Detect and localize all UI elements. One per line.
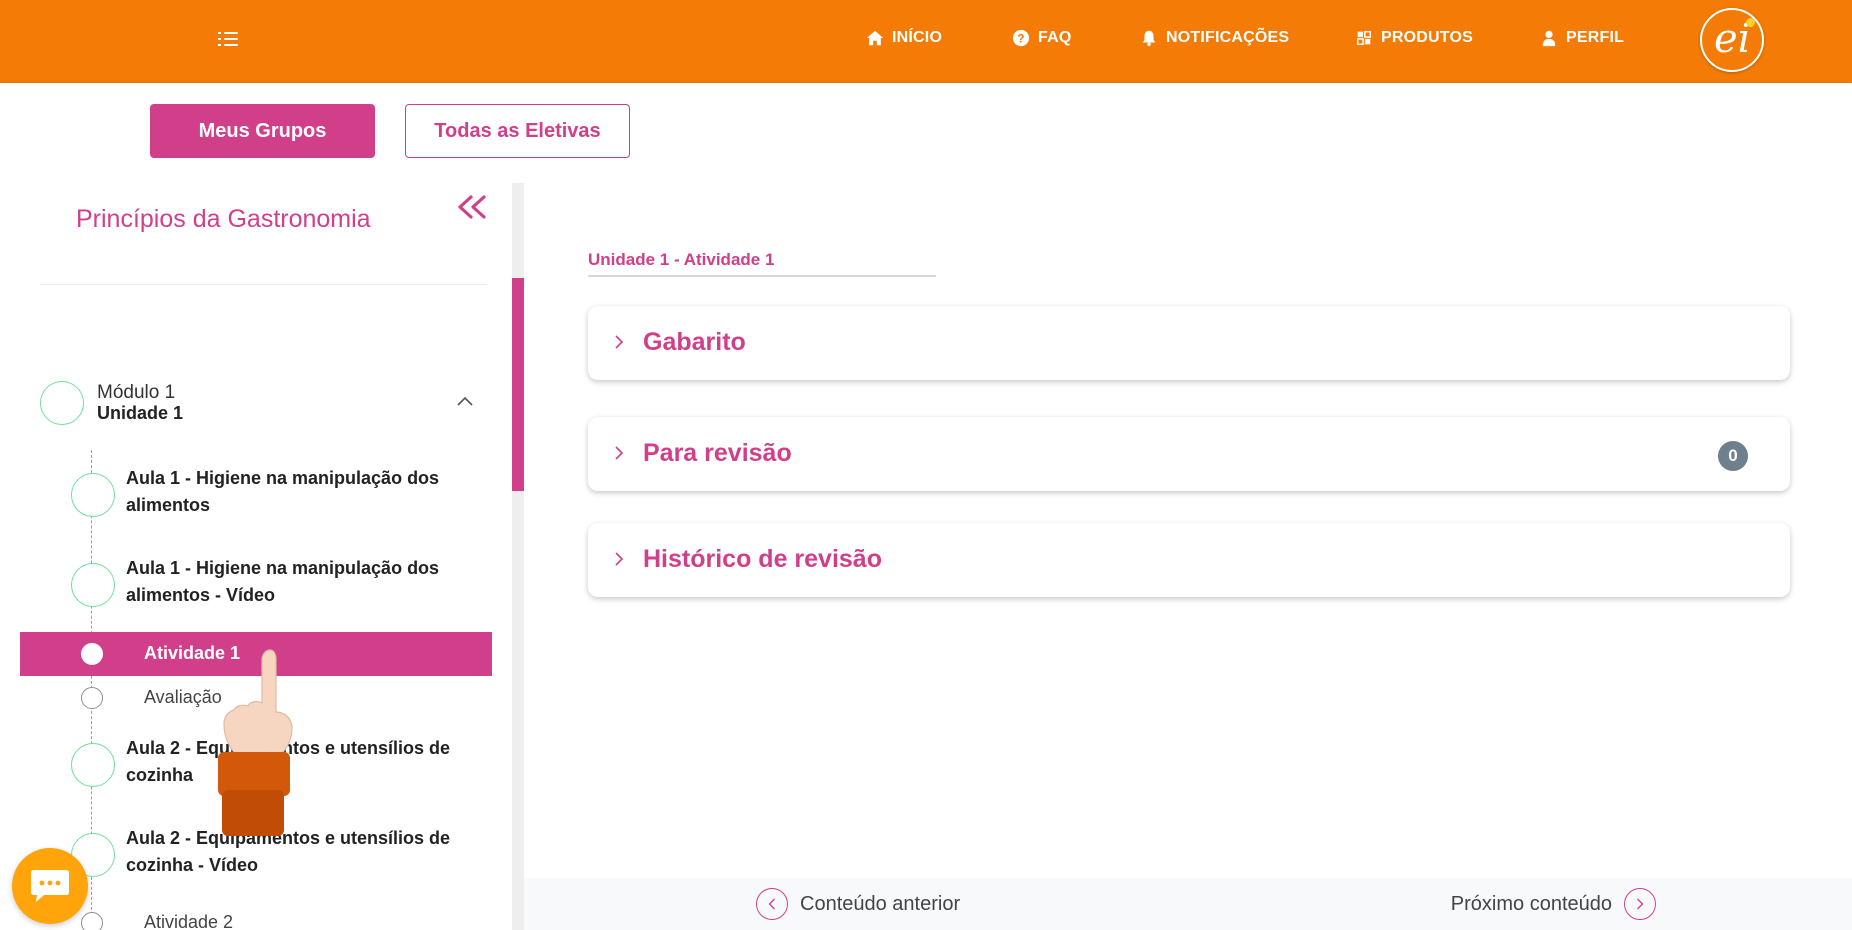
sidebar-item-label: Aula 2 - Equipamentos e utensílios de co…	[126, 828, 451, 875]
sidebar-item-label: Aula 1 - Higiene na manipulação dos alim…	[126, 468, 440, 515]
nav-faq-label: FAQ	[1038, 29, 1072, 46]
sidebar-item-label: Avaliação	[144, 687, 222, 707]
todas-eletivas-button[interactable]: Todas as Eletivas	[405, 104, 630, 158]
item-progress-circle	[71, 473, 115, 517]
course-title: Princípios da Gastronomia	[76, 205, 371, 233]
accordion-gabarito[interactable]: Gabarito	[588, 306, 1790, 380]
chat-icon	[31, 870, 69, 902]
accordion-title: Histórico de revisão	[643, 545, 882, 573]
accordion-historico-revisao[interactable]: Histórico de revisão	[588, 523, 1790, 597]
nav-produtos[interactable]: PRODUTOS	[1355, 24, 1473, 52]
sidebar-item-label: Aula 1 - Higiene na manipulação dos alim…	[126, 558, 440, 605]
products-icon	[1356, 30, 1372, 46]
item-status-circle	[81, 912, 103, 930]
breadcrumb: Unidade 1 - Atividade 1	[588, 250, 775, 269]
nav-produtos-label: PRODUTOS	[1381, 29, 1473, 46]
sidebar-item-atividade-1[interactable]: Atividade 1	[20, 632, 492, 676]
nav-notificacoes[interactable]: NOTIFICAÇÕES	[1140, 24, 1289, 52]
main-content: Unidade 1 - Atividade 1 Gabarito Para re…	[524, 183, 1852, 930]
sidebar-item-atividade-2[interactable]: Atividade 2	[20, 903, 492, 930]
nav-faq[interactable]: ? FAQ	[1012, 24, 1072, 52]
svg-text:?: ?	[1017, 33, 1024, 46]
sidebar-item-aula-2[interactable]: Aula 2 - Equipamentos e utensílios de co…	[20, 733, 492, 797]
module-1-toggle[interactable]: Módulo 1 Unidade 1	[40, 381, 490, 431]
count-badge: 0	[1718, 441, 1748, 471]
item-progress-circle	[71, 743, 115, 787]
module-label: Módulo 1	[97, 382, 176, 403]
nav-notificacoes-label: NOTIFICAÇÕES	[1166, 29, 1290, 46]
module-unit-label: Unidade 1	[97, 403, 184, 423]
chevron-right-icon	[615, 446, 624, 460]
sidebar-divider	[40, 284, 487, 285]
menu-toggle-button[interactable]	[218, 29, 240, 49]
nav-inicio[interactable]: INÍCIO	[866, 24, 942, 52]
arrow-right-circle-icon	[1624, 888, 1656, 920]
next-content-button[interactable]: Próximo conteúdo	[1451, 887, 1656, 921]
sidebar-item-label: Atividade 1	[144, 643, 241, 663]
previous-content-label: Conteúdo anterior	[800, 892, 961, 915]
breadcrumb-underline	[588, 275, 936, 277]
chevron-right-icon	[615, 552, 624, 566]
logo-dot	[1746, 18, 1755, 27]
ei-logo[interactable]: ei	[1700, 8, 1764, 72]
nav-inicio-label: INÍCIO	[892, 29, 943, 46]
sidebar-item-label: Aula 2 - Equipamentos e utensílios de co…	[126, 738, 451, 785]
item-status-circle	[81, 643, 103, 665]
bell-icon	[1142, 30, 1156, 47]
nav-perfil[interactable]: PERFIL	[1540, 24, 1624, 52]
previous-content-button[interactable]: Conteúdo anterior	[756, 887, 960, 921]
meus-grupos-button[interactable]: Meus Grupos	[150, 104, 375, 158]
chevron-right-icon	[615, 335, 624, 349]
accordion-title: Gabarito	[643, 328, 746, 356]
user-icon	[1542, 30, 1556, 47]
content-navigation: Conteúdo anterior Próximo conteúdo	[524, 878, 1852, 930]
double-chevron-left-icon	[458, 195, 486, 219]
accordion-title: Para revisão	[643, 439, 792, 467]
course-sidebar: Princípios da Gastronomia Módulo 1 Unida…	[0, 183, 512, 930]
groups-bar: Meus Grupos Todas as Eletivas	[0, 83, 1852, 183]
chevron-up-icon	[457, 396, 473, 406]
item-progress-circle	[71, 563, 115, 607]
sidebar-scrollbar-thumb[interactable]	[512, 278, 524, 491]
accordion-para-revisao[interactable]: Para revisão 0	[588, 417, 1790, 491]
collapse-sidebar-button[interactable]	[455, 193, 489, 223]
nav-perfil-label: PERFIL	[1566, 29, 1625, 46]
sidebar-item-avaliacao[interactable]: Avaliação	[20, 677, 492, 717]
next-content-label: Próximo conteúdo	[1450, 892, 1612, 915]
module-progress-circle	[40, 381, 84, 425]
chat-button[interactable]	[12, 848, 88, 924]
sidebar-item-aula-2-video[interactable]: Aula 2 - Equipamentos e utensílios de co…	[20, 823, 492, 887]
sidebar-item-label: Atividade 2	[144, 912, 234, 930]
top-navigation-bar: INÍCIO ? FAQ NOTIFICAÇÕES PRODUTOS PERFI…	[0, 0, 1852, 83]
logo-text: ei	[1714, 16, 1751, 62]
question-circle-icon: ?	[1012, 29, 1030, 47]
item-status-circle	[81, 687, 103, 709]
sidebar-item-aula-1[interactable]: Aula 1 - Higiene na manipulação dos alim…	[20, 463, 492, 527]
arrow-left-circle-icon	[756, 888, 788, 920]
home-icon	[866, 30, 884, 46]
sidebar-item-aula-1-video[interactable]: Aula 1 - Higiene na manipulação dos alim…	[20, 553, 492, 617]
